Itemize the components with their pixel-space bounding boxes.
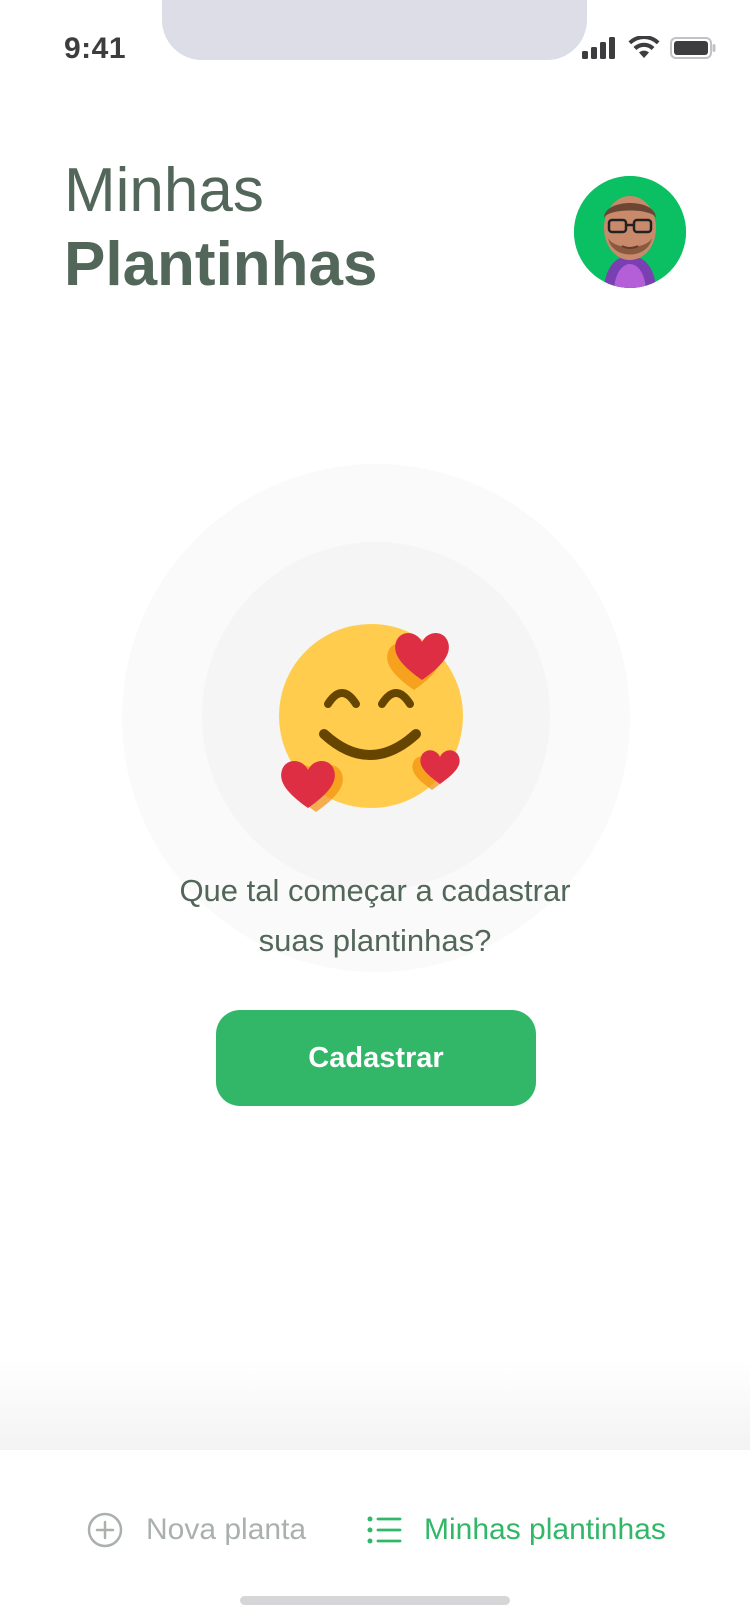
signal-icon bbox=[582, 37, 615, 59]
tab-my-plants[interactable]: Minhas plantinhas bbox=[366, 1500, 666, 1560]
register-button[interactable]: Cadastrar bbox=[216, 1010, 536, 1106]
page-title-light: Minhas bbox=[64, 156, 264, 225]
smiling-face-with-hearts-icon bbox=[279, 624, 463, 812]
empty-state-line-2: suas plantinhas? bbox=[258, 923, 492, 958]
device-notch bbox=[162, 0, 587, 60]
battery-icon bbox=[670, 37, 716, 59]
status-icons bbox=[582, 36, 716, 60]
plus-circle-icon bbox=[87, 1512, 123, 1548]
avatar[interactable] bbox=[574, 176, 686, 288]
status-time: 9:41 bbox=[64, 32, 127, 65]
empty-state-line-1: Que tal começar a cadastrar bbox=[179, 873, 571, 908]
tab-my-plants-label: Minhas plantinhas bbox=[424, 1513, 666, 1546]
home-indicator[interactable] bbox=[240, 1596, 510, 1605]
page-title-bold: Plantinhas bbox=[64, 230, 378, 299]
wifi-icon bbox=[628, 36, 660, 58]
avatar-portrait bbox=[574, 176, 686, 288]
tab-new-plant[interactable]: Nova planta bbox=[86, 1500, 306, 1560]
empty-state-message: Que tal começar a cadastrar suas plantin… bbox=[0, 866, 750, 966]
tabbar-shadow bbox=[0, 1360, 750, 1450]
list-icon bbox=[367, 1516, 402, 1544]
tab-new-plant-label: Nova planta bbox=[146, 1513, 307, 1546]
